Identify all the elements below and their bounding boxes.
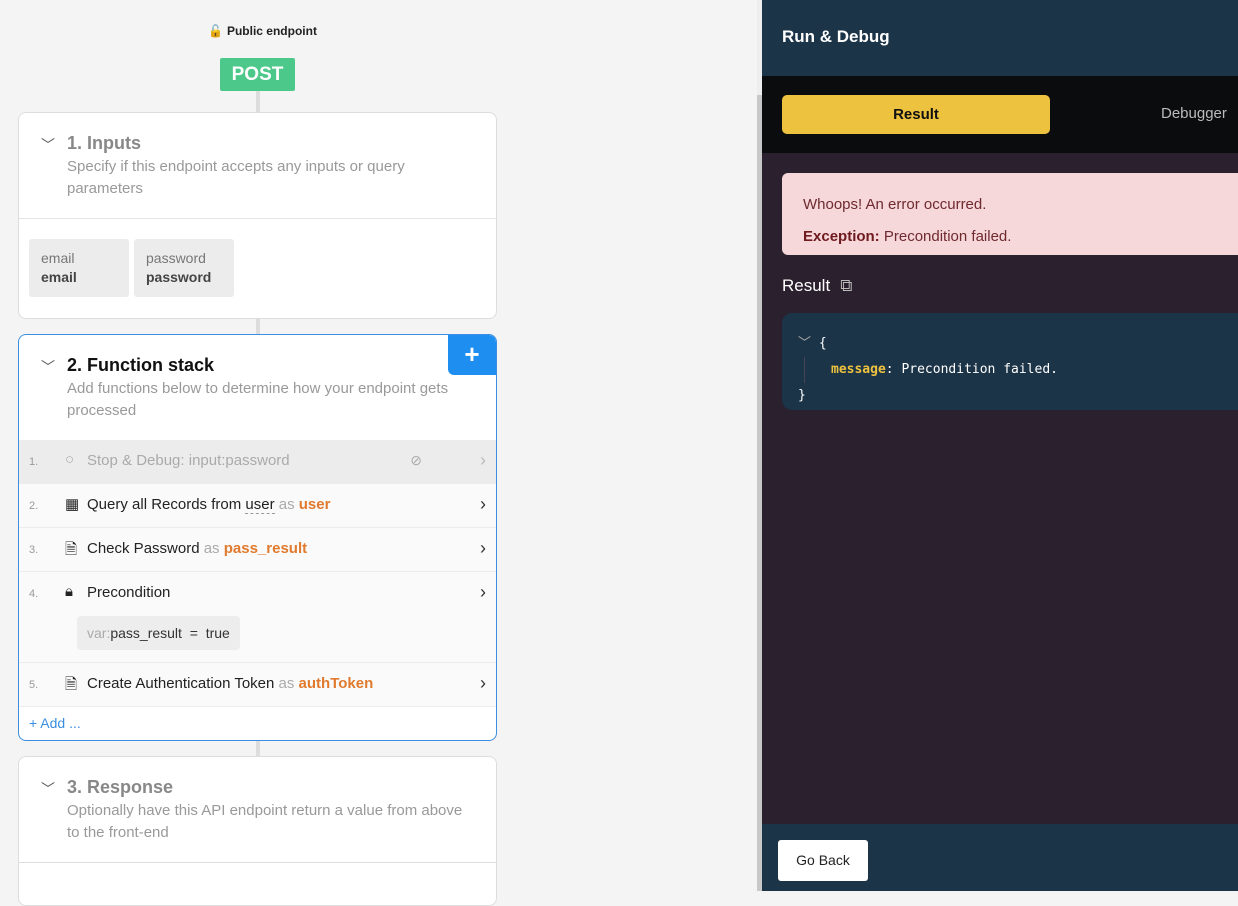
function-row[interactable]: 2. ▦ Query all Records from user as user… [19, 484, 496, 528]
eye-off-icon[interactable]: ⊘ [410, 452, 422, 469]
public-endpoint-label: 🔓 Public endpoint [208, 24, 317, 38]
method-badge: POST [220, 58, 295, 91]
inputs-header[interactable]: ﹀ 1. Inputs Specify if this endpoint acc… [19, 113, 496, 200]
chevron-right-icon[interactable]: › [480, 673, 486, 694]
tab-result[interactable]: Result [782, 95, 1050, 134]
circle-icon: ○ [65, 451, 75, 468]
input-chip-email[interactable]: email email [29, 239, 129, 297]
chevron-right-icon[interactable]: › [480, 494, 486, 515]
chevron-down-icon[interactable]: ﹀ [41, 779, 55, 799]
connector [256, 91, 260, 113]
function-stack-title: 2. Function stack [67, 355, 215, 375]
response-header[interactable]: ﹀ 3. Response Optionally have this API e… [19, 757, 496, 844]
result-heading: Result ⧉ [782, 276, 853, 296]
connector [256, 740, 260, 756]
function-stack-description: Add functions below to determine how you… [67, 380, 449, 419]
unlock-icon: 🔓 [208, 24, 223, 38]
error-alert: Whoops! An error occurred. Exception: Pr… [782, 173, 1238, 255]
response-description: Optionally have this API endpoint return… [67, 802, 463, 841]
collapse-icon[interactable]: ﹀ [798, 336, 811, 351]
panel-title: Run & Debug [762, 0, 1238, 76]
function-stack-header[interactable]: ﹀ 2. Function stack Add functions below … [19, 335, 496, 422]
function-row[interactable]: 4. 🔒︎ Precondition › var:pass_result = t… [19, 572, 496, 663]
chevron-right-icon[interactable]: › [480, 538, 486, 559]
function-row[interactable]: 1. ○ Stop & Debug: input:password ⊘ › [19, 440, 496, 484]
run-debug-panel: Run & Debug Result Debugger Whoops! An e… [762, 0, 1238, 891]
add-function-link[interactable]: + Add ... [19, 707, 496, 739]
endpoint-canvas: 🔓 Public endpoint POST ﹀ 1. Inputs Specif… [0, 0, 757, 906]
chevron-right-icon[interactable]: › [480, 582, 486, 603]
inputs-title: 1. Inputs [67, 133, 142, 153]
lock-icon: 🔒︎ [65, 583, 73, 600]
function-file-icon: 🗎 [65, 541, 78, 558]
table-link[interactable]: user [245, 496, 275, 514]
chevron-down-icon[interactable]: ﹀ [41, 135, 55, 155]
go-back-button[interactable]: Go Back [778, 840, 868, 881]
function-row[interactable]: 3. 🗎 Check Password as pass_result › [19, 528, 496, 572]
result-json: ﹀ { message: Precondition failed. } [782, 313, 1238, 410]
input-chip-password[interactable]: password password [134, 239, 234, 297]
table-icon: ▦ [65, 496, 80, 513]
inputs-description: Specify if this endpoint accepts any inp… [67, 158, 405, 197]
inputs-card: ﹀ 1. Inputs Specify if this endpoint acc… [18, 112, 497, 319]
connector [256, 318, 260, 334]
function-row[interactable]: 5. 🗎 Create Authentication Token as auth… [19, 663, 496, 707]
tab-bar: Result Debugger [762, 76, 1238, 153]
plus-icon: + [29, 715, 41, 731]
function-stack-card: + ﹀ 2. Function stack Add functions belo… [18, 334, 497, 741]
copy-icon[interactable]: ⧉ [840, 276, 852, 296]
response-title: 3. Response [67, 777, 174, 797]
chevron-right-icon[interactable]: › [480, 450, 486, 471]
tab-debugger[interactable]: Debugger [1161, 105, 1227, 122]
precondition-expression: var:pass_result = true [77, 616, 240, 650]
response-card: ﹀ 3. Response Optionally have this API e… [18, 756, 497, 906]
function-file-icon: 🗎 [65, 676, 78, 693]
chevron-down-icon[interactable]: ﹀ [41, 357, 55, 377]
